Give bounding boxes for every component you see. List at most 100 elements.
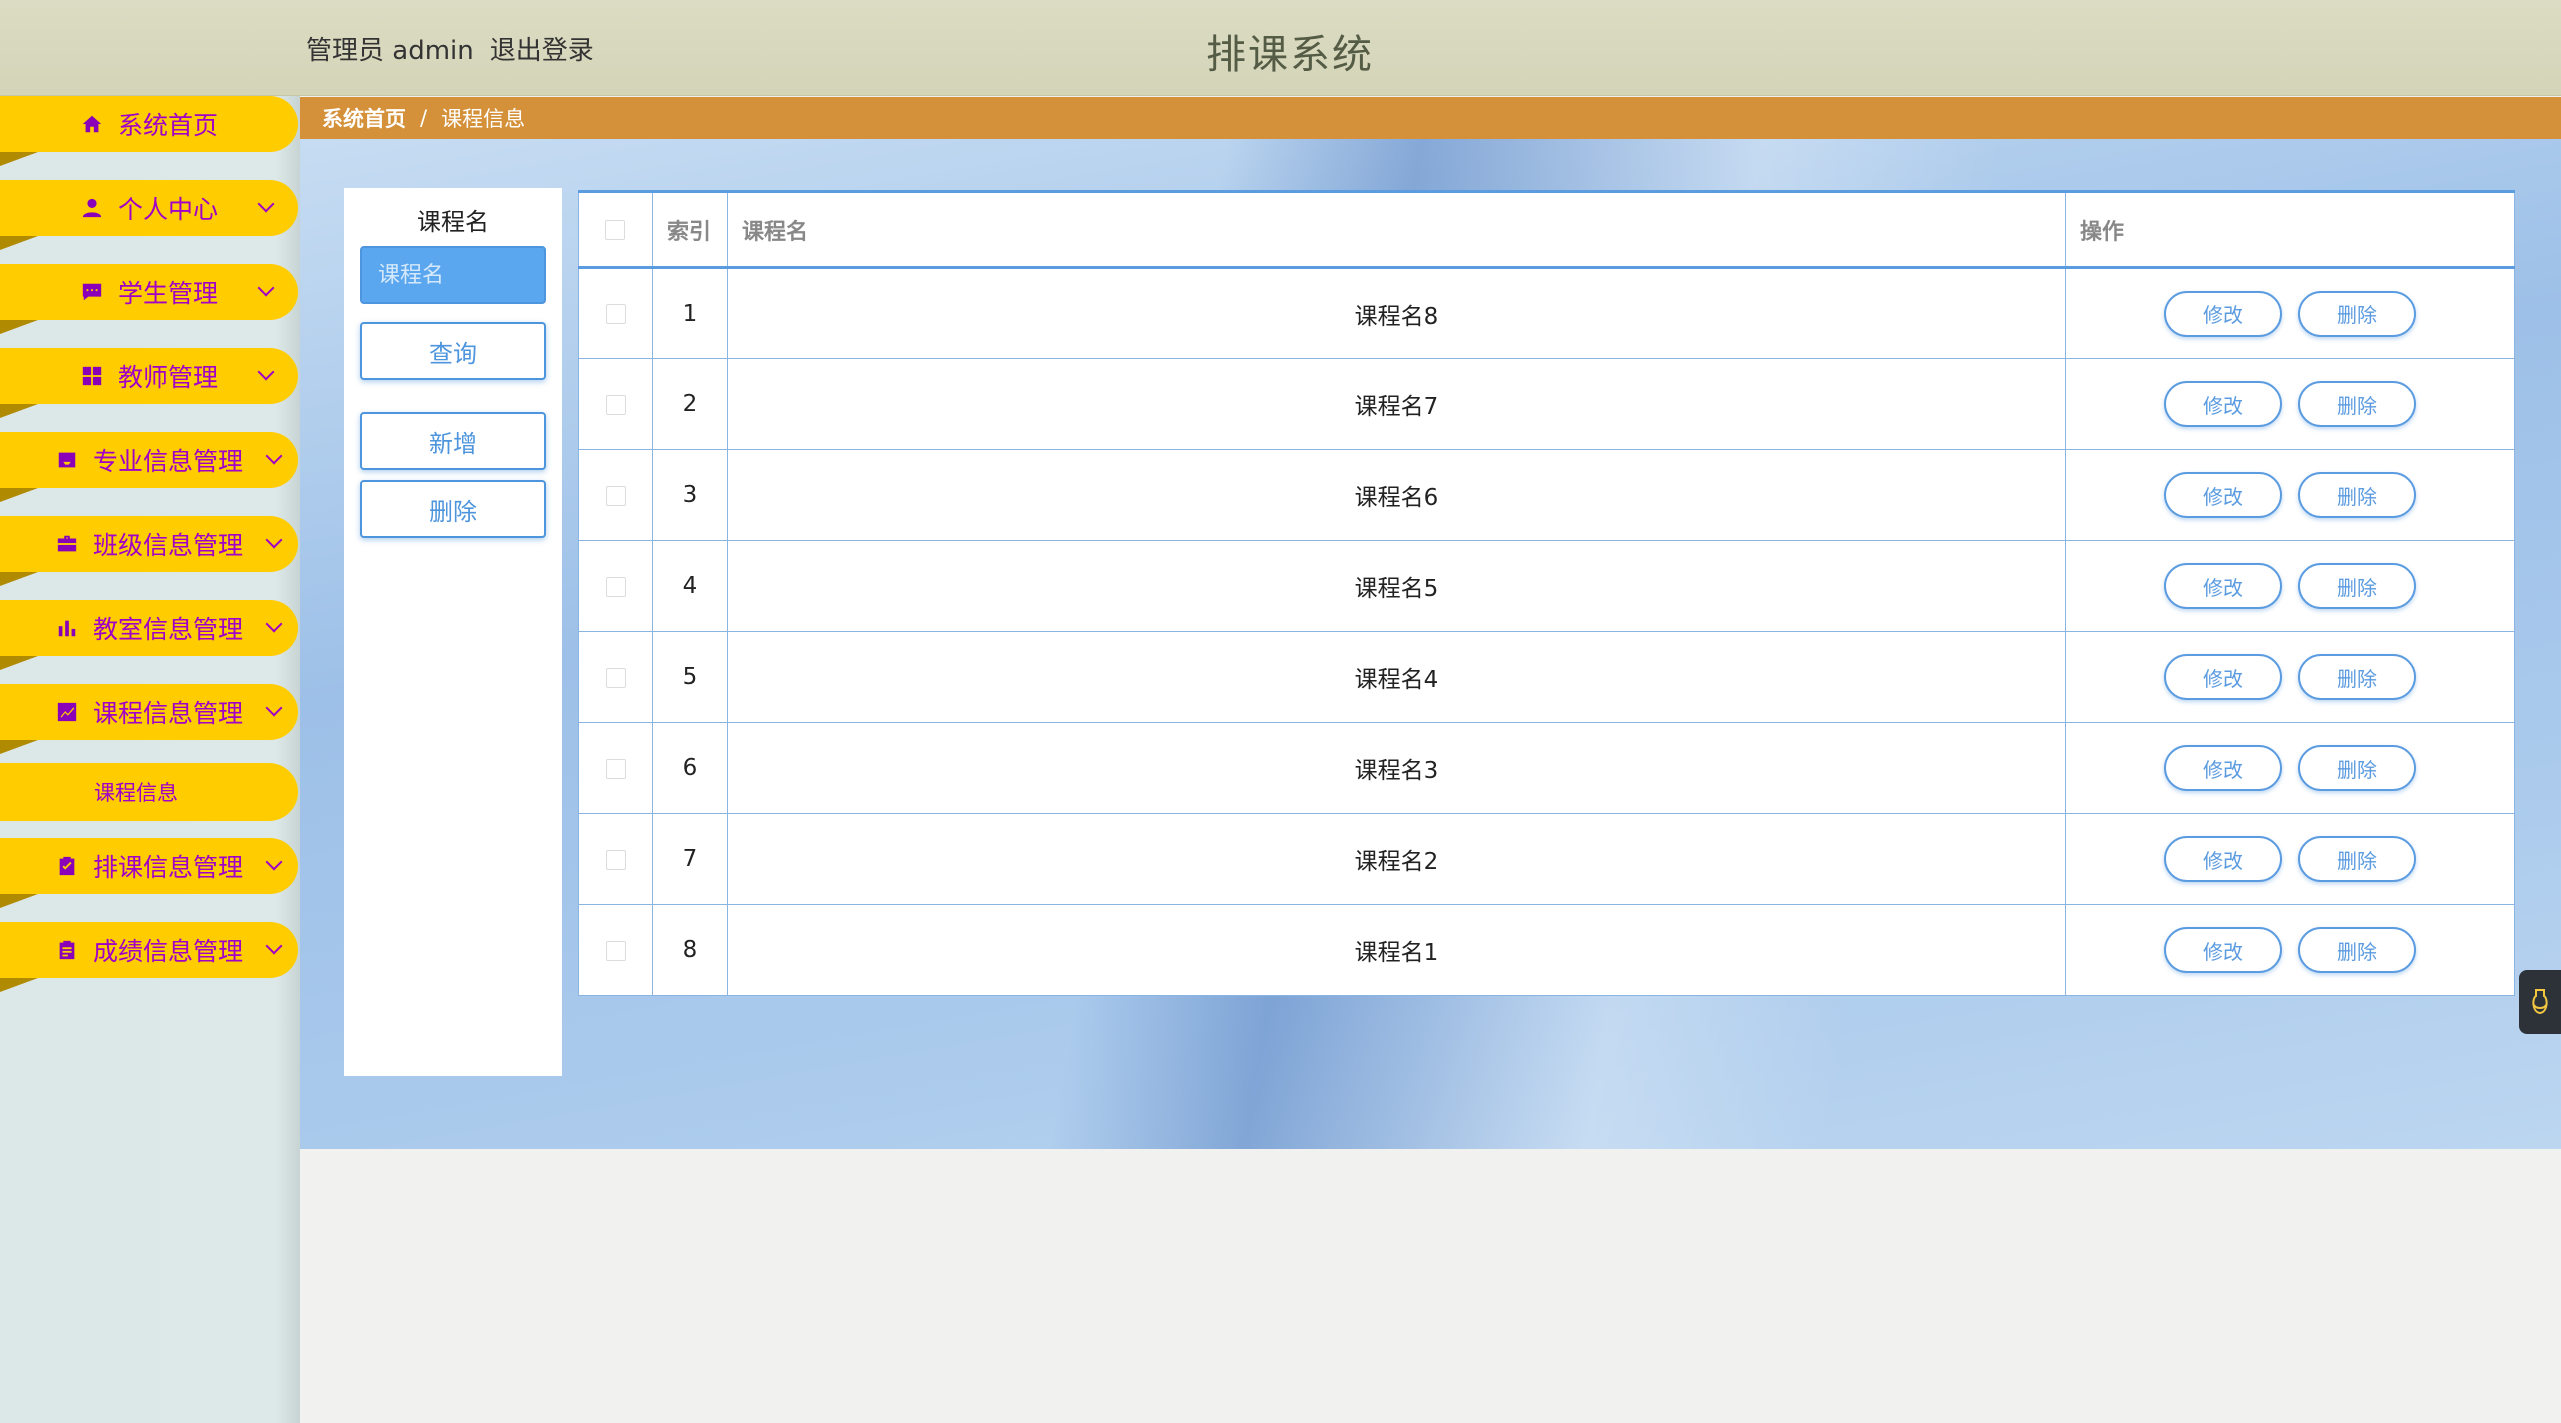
select-all-checkbox[interactable] (605, 220, 625, 240)
ribbon-fold (0, 320, 38, 334)
row-action-group: 修改 删除 (2067, 563, 2513, 609)
sidebar-item-label: 学生管理 (117, 279, 218, 308)
delete-button[interactable]: 删除 (2298, 745, 2416, 791)
sidebar-item-teacher-management-pill[interactable]: 教师管理 (0, 348, 298, 404)
floating-side-tab[interactable] (2519, 970, 2561, 1034)
sidebar-item-home[interactable]: 系统首页 (0, 96, 298, 166)
table-header-row: 索引 课程名 操作 (578, 190, 2515, 269)
delete-button[interactable]: 删除 (2298, 381, 2416, 427)
row-actions: 修改 删除 (2065, 813, 2515, 905)
edit-button[interactable]: 修改 (2164, 472, 2282, 518)
chevron-down-icon (265, 699, 283, 717)
ribbon-fold (0, 656, 38, 670)
sidebar-item-student-management[interactable]: 学生管理 (0, 264, 298, 334)
row-select-cell (578, 722, 653, 814)
column-header-actions: 操作 (2065, 190, 2515, 269)
clipboard-check-icon (55, 854, 79, 878)
table-row: 7 课程名2 修改 删除 (578, 813, 2515, 905)
submenu-item-label: 课程信息 (94, 781, 178, 805)
logout-link[interactable]: 退出登录 (490, 30, 594, 67)
course-name-search-input[interactable] (360, 246, 546, 304)
column-header-index[interactable]: 索引 (652, 190, 728, 269)
sidebar-item-schedule-management-pill[interactable]: 排课信息管理 (0, 838, 298, 894)
sidebar-item-major-management[interactable]: 专业信息管理 (0, 432, 298, 502)
delete-button[interactable]: 删除 (2298, 836, 2416, 882)
clipboard-list-icon (55, 938, 79, 962)
breadcrumb-home[interactable]: 系统首页 (322, 103, 406, 133)
course-table-grid: 索引 课程名 操作 1 课程名8 修改 删除 2 课程名7 修改 删除 3 课程名6 修改 删除 4 课程… (578, 190, 2515, 996)
delete-button[interactable]: 删除 (2298, 290, 2416, 337)
sidebar-item-personal-center-pill[interactable]: 个人中心 (0, 180, 298, 236)
sidebar-item-course-management-pill[interactable]: 课程信息管理 (0, 684, 298, 740)
sidebar-item-label: 系统首页 (117, 111, 218, 140)
sidebar-item-student-management-pill[interactable]: 学生管理 (0, 264, 298, 320)
row-action-group: 修改 删除 (2067, 927, 2513, 973)
delete-button[interactable]: 删除 (2298, 927, 2416, 973)
table-row: 6 课程名3 修改 删除 (578, 722, 2515, 814)
search-panel: 课程名 查询 新增 删除 (344, 188, 562, 1076)
row-checkbox[interactable] (605, 758, 626, 779)
row-course-name: 课程名7 (727, 358, 2066, 450)
page-background (300, 1149, 2561, 1423)
row-checkbox[interactable] (605, 576, 626, 597)
bulk-delete-button[interactable]: 删除 (360, 480, 546, 538)
row-checkbox[interactable] (605, 667, 626, 688)
row-action-group: 修改 删除 (2067, 472, 2513, 518)
row-course-name: 课程名6 (727, 449, 2066, 541)
sidebar-item-teacher-management[interactable]: 教师管理 (0, 348, 298, 418)
top-header: 管理员 admin 退出登录 排课系统 (0, 0, 2561, 96)
submenu-item-course-info[interactable]: 课程信息 (0, 763, 298, 821)
query-button[interactable]: 查询 (360, 322, 546, 380)
row-checkbox[interactable] (605, 394, 626, 415)
delete-button[interactable]: 删除 (2298, 563, 2416, 609)
edit-button[interactable]: 修改 (2164, 563, 2282, 609)
edit-button[interactable]: 修改 (2164, 745, 2282, 791)
row-checkbox[interactable] (605, 304, 626, 324)
edit-button[interactable]: 修改 (2164, 654, 2282, 700)
sidebar-item-schedule-management[interactable]: 排课信息管理 (0, 838, 298, 908)
breadcrumb-separator: / (420, 106, 428, 130)
edit-button[interactable]: 修改 (2164, 381, 2282, 427)
row-select-cell (578, 358, 653, 450)
row-select-cell (578, 813, 653, 905)
sidebar-item-course-management[interactable]: 课程信息管理 (0, 684, 298, 754)
row-course-name: 课程名5 (727, 540, 2066, 632)
add-button[interactable]: 新增 (360, 412, 546, 470)
username: admin (392, 36, 474, 66)
sidebar-item-home-pill[interactable]: 系统首页 (0, 96, 298, 152)
row-index: 8 (652, 904, 728, 996)
sidebar-item-classroom-management[interactable]: 教室信息管理 (0, 600, 298, 670)
chevron-down-icon (257, 363, 275, 381)
chevron-down-icon (265, 937, 283, 955)
ribbon-fold (0, 488, 38, 502)
sidebar-item-classroom-management-pill[interactable]: 教室信息管理 (0, 600, 298, 656)
sidebar-item-grade-management-pill[interactable]: 成绩信息管理 (0, 922, 298, 978)
row-checkbox[interactable] (605, 849, 626, 870)
chevron-down-icon (265, 447, 283, 465)
row-checkbox[interactable] (605, 940, 626, 961)
edit-button[interactable]: 修改 (2164, 927, 2282, 973)
delete-button[interactable]: 删除 (2298, 472, 2416, 518)
delete-button[interactable]: 删除 (2298, 654, 2416, 700)
sidebar-item-label: 教师管理 (117, 363, 218, 392)
row-actions: 修改 删除 (2065, 267, 2515, 359)
sidebar-item-class-management-pill[interactable]: 班级信息管理 (0, 516, 298, 572)
inbox-icon (55, 448, 79, 472)
sidebar-item-label: 课程信息管理 (92, 699, 243, 728)
row-index: 3 (652, 449, 728, 541)
column-header-course-name[interactable]: 课程名 (727, 190, 2066, 269)
row-checkbox[interactable] (605, 485, 626, 506)
sidebar-item-grade-management[interactable]: 成绩信息管理 (0, 922, 298, 992)
sidebar-item-class-management[interactable]: 班级信息管理 (0, 516, 298, 586)
edit-button[interactable]: 修改 (2164, 290, 2282, 337)
table-row: 1 课程名8 修改 删除 (578, 267, 2515, 359)
sidebar-item-personal-center[interactable]: 个人中心 (0, 180, 298, 250)
edit-button[interactable]: 修改 (2164, 836, 2282, 882)
row-index: 1 (652, 267, 728, 359)
table-row: 8 课程名1 修改 删除 (578, 904, 2515, 996)
sidebar-item-major-management-pill[interactable]: 专业信息管理 (0, 432, 298, 488)
row-action-group: 修改 删除 (2067, 836, 2513, 882)
ribbon-fold (0, 740, 38, 754)
ribbon-fold (0, 152, 38, 166)
row-index: 2 (652, 358, 728, 450)
